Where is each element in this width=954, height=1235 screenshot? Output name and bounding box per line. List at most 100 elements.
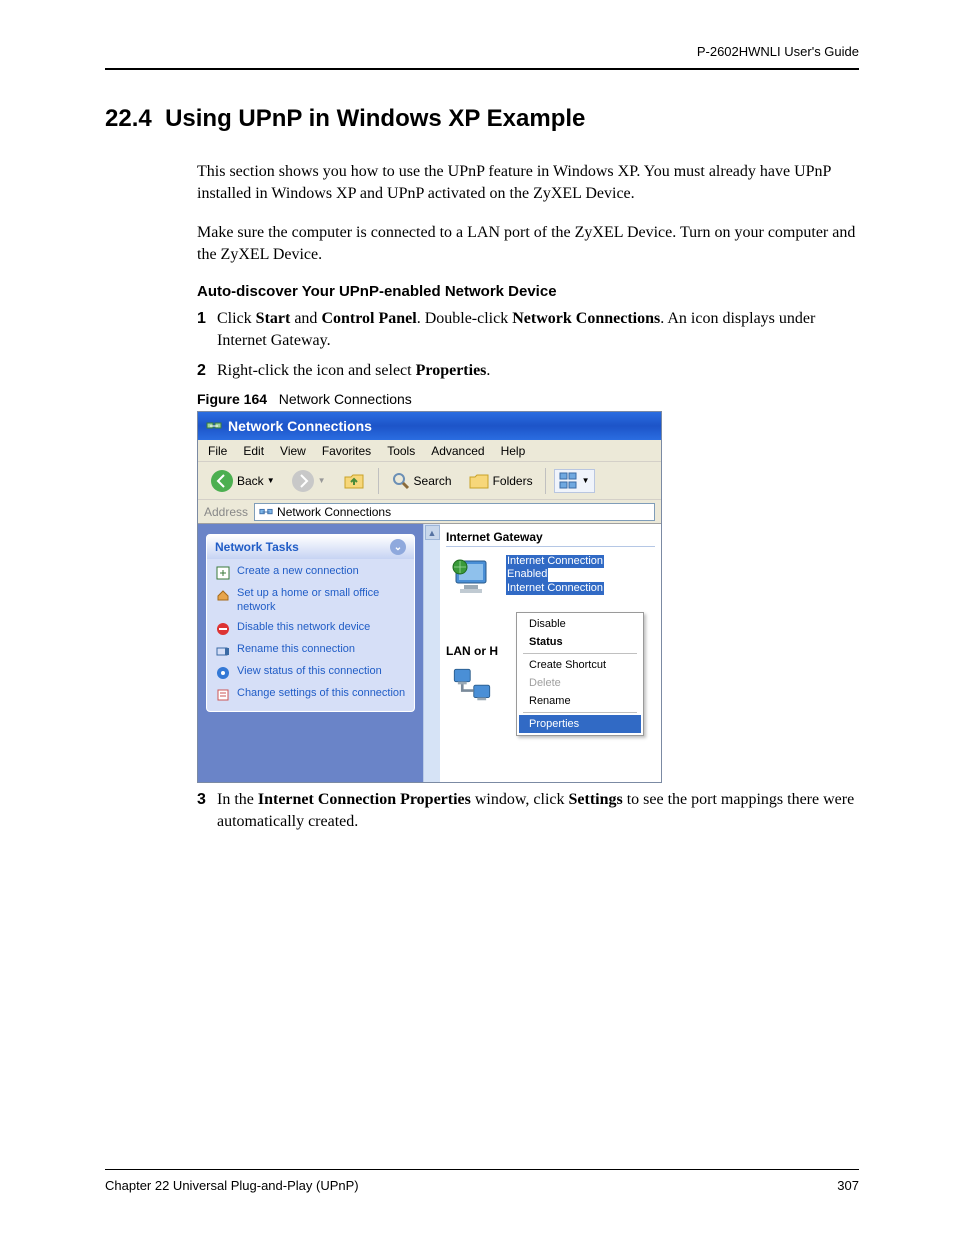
step-text: Right-click the icon and select <box>217 362 416 379</box>
intro-paragraph-2: Make sure the computer is connected to a… <box>197 222 859 265</box>
settings-icon <box>215 687 231 703</box>
intro-paragraph-1: This section shows you how to use the UP… <box>197 161 859 204</box>
menu-view[interactable]: View <box>280 444 306 458</box>
group-lan: LAN or H <box>446 644 498 658</box>
subheading-autodiscover: Auto-discover Your UPnP-enabled Network … <box>197 283 859 300</box>
task-label: Create a new connection <box>237 565 359 581</box>
network-connections-icon <box>259 505 273 519</box>
up-button[interactable] <box>338 467 370 495</box>
status-icon <box>215 665 231 681</box>
task-pane: Network Tasks ⌄ Create a new connection … <box>198 524 423 783</box>
forward-button[interactable]: ▼ <box>287 467 330 495</box>
step-number: 3 <box>197 789 206 811</box>
content-pane: Internet Gateway Internet Connection Ena… <box>440 524 661 783</box>
task-setup-network[interactable]: Set up a home or small office network <box>215 587 406 615</box>
collapse-icon[interactable]: ⌄ <box>390 539 406 555</box>
context-menu: Disable Status Create Shortcut Delete Re… <box>516 612 644 736</box>
folders-button[interactable]: Folders <box>464 469 537 493</box>
menubar: File Edit View Favorites Tools Advanced … <box>198 440 661 462</box>
address-value: Network Connections <box>277 505 391 519</box>
step-number: 1 <box>197 308 206 330</box>
figure-title: Network Connections <box>279 391 412 407</box>
task-label: Set up a home or small office network <box>237 587 406 615</box>
search-icon <box>391 471 411 491</box>
section-heading: 22.4 Using UPnP in Windows XP Example <box>105 105 859 133</box>
folder-up-icon <box>342 469 366 493</box>
scrollbar[interactable]: ▲ <box>423 524 440 783</box>
step-2: 2 Right-click the icon and select Proper… <box>197 360 859 382</box>
task-label: Change settings of this connection <box>237 687 405 703</box>
dropdown-icon: ▼ <box>318 476 326 485</box>
scroll-up-icon[interactable]: ▲ <box>425 525 440 540</box>
step-3: 3 In the Internet Connection Properties … <box>197 789 859 832</box>
task-label: Rename this connection <box>237 643 355 659</box>
ctx-rename[interactable]: Rename <box>519 692 641 710</box>
task-change-settings[interactable]: Change settings of this connection <box>215 687 406 703</box>
internet-connection-item[interactable]: Internet Connection Enabled Internet Con… <box>446 555 655 601</box>
address-bar: Address Network Connections <box>198 500 661 524</box>
task-disable-device[interactable]: Disable this network device <box>215 621 406 637</box>
connection-status-selected: Enabled <box>506 568 548 581</box>
task-create-connection[interactable]: Create a new connection <box>215 565 406 581</box>
connection-name-selected: Internet Connection <box>506 555 604 568</box>
back-label: Back <box>237 474 264 488</box>
step-text: and <box>290 310 321 327</box>
section-title: Using UPnP in Windows XP Example <box>165 105 585 132</box>
group-internet-gateway: Internet Gateway <box>446 530 655 547</box>
menu-file[interactable]: File <box>208 444 227 458</box>
section-number: 22.4 <box>105 105 152 132</box>
ctx-properties[interactable]: Properties <box>519 715 641 733</box>
ctx-create-shortcut[interactable]: Create Shortcut <box>519 656 641 674</box>
search-button[interactable]: Search <box>387 469 456 493</box>
back-button[interactable]: Back ▼ <box>206 467 279 495</box>
step-text: Click <box>217 310 256 327</box>
search-label: Search <box>414 474 452 488</box>
globe-monitor-icon <box>446 555 498 601</box>
views-button[interactable]: ▼ <box>554 469 595 493</box>
window-titlebar[interactable]: Network Connections <box>198 412 661 440</box>
step-text: window, click <box>471 791 569 808</box>
ctx-status[interactable]: Status <box>519 633 641 651</box>
step-bold: Internet Connection Properties <box>258 791 471 808</box>
step-text: . <box>486 362 490 379</box>
menu-tools[interactable]: Tools <box>387 444 415 458</box>
back-icon <box>210 469 234 493</box>
ctx-separator <box>523 712 637 713</box>
figure-xp-window: Network Connections File Edit View Favor… <box>197 411 662 783</box>
folders-label: Folders <box>493 474 533 488</box>
window-body: Network Tasks ⌄ Create a new connection … <box>198 524 661 783</box>
task-rename-connection[interactable]: Rename this connection <box>215 643 406 659</box>
header-guide-title: P-2602HWNLI User's Guide <box>697 44 859 59</box>
wizard-icon <box>215 565 231 581</box>
network-connections-icon <box>206 417 222 436</box>
menu-favorites[interactable]: Favorites <box>322 444 371 458</box>
tasks-header[interactable]: Network Tasks ⌄ <box>207 535 414 559</box>
step-bold: Start <box>256 310 291 327</box>
folders-icon <box>468 471 490 491</box>
task-label: View status of this connection <box>237 665 382 681</box>
ctx-disable[interactable]: Disable <box>519 615 641 633</box>
toolbar: Back ▼ ▼ Search Folders ▼ <box>198 462 661 500</box>
views-icon <box>559 472 579 490</box>
tasks-title: Network Tasks <box>215 540 299 554</box>
step-text: . Double-click <box>417 310 513 327</box>
menu-help[interactable]: Help <box>501 444 526 458</box>
step-1: 1 Click Start and Control Panel. Double-… <box>197 308 859 351</box>
page-content: 22.4 Using UPnP in Windows XP Example Th… <box>105 105 859 832</box>
dropdown-icon: ▼ <box>267 476 275 485</box>
task-view-status[interactable]: View status of this connection <box>215 665 406 681</box>
menu-advanced[interactable]: Advanced <box>431 444 484 458</box>
footer-chapter: Chapter 22 Universal Plug-and-Play (UPnP… <box>105 1178 359 1193</box>
disable-icon <box>215 621 231 637</box>
window-title: Network Connections <box>228 418 372 434</box>
step-number: 2 <box>197 360 206 382</box>
rule-top <box>105 68 859 70</box>
footer-page-number: 307 <box>837 1178 859 1193</box>
address-field[interactable]: Network Connections <box>254 503 655 521</box>
connection-label: Internet Connection Enabled Internet Con… <box>506 555 604 595</box>
menu-edit[interactable]: Edit <box>243 444 264 458</box>
network-tasks-panel: Network Tasks ⌄ Create a new connection … <box>206 534 415 712</box>
ctx-separator <box>523 653 637 654</box>
step-bold: Properties <box>416 362 487 379</box>
step-bold: Control Panel <box>321 310 416 327</box>
